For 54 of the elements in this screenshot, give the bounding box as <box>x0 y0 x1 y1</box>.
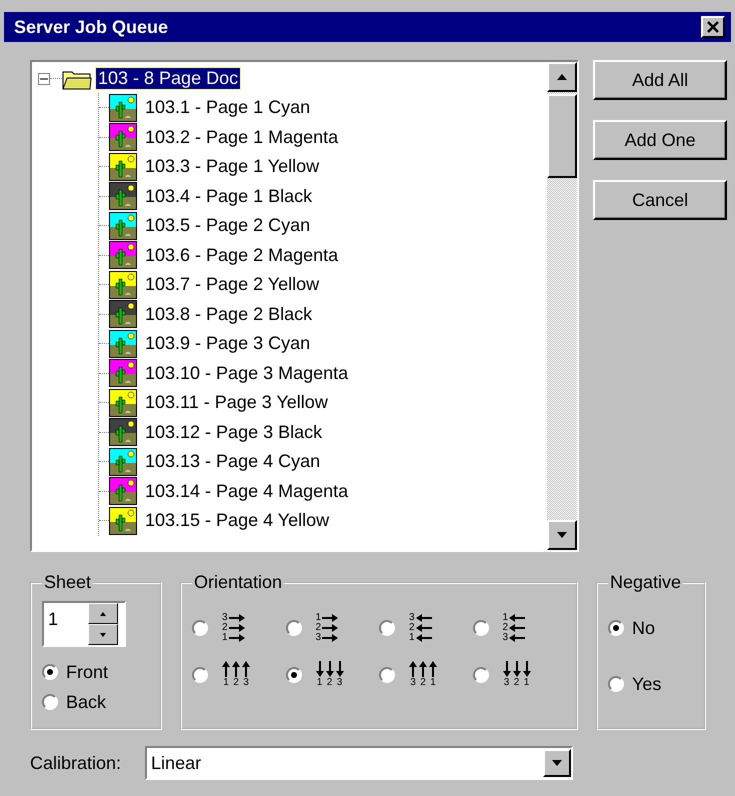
tree-item[interactable]: 103.8 - Page 2 Black <box>145 304 312 325</box>
calibration-label: Calibration: <box>30 752 122 774</box>
radio-label: Yes <box>632 674 662 694</box>
radio-button[interactable] <box>192 620 208 636</box>
group-title: Sheet <box>43 572 92 593</box>
up-arrow-icon <box>557 74 568 80</box>
spin-down-button[interactable] <box>88 624 118 645</box>
tree-item[interactable]: 103.11 - Page 3 Yellow <box>145 392 328 414</box>
tree-item[interactable]: 103.5 - Page 2 Cyan <box>145 215 310 236</box>
up-arrow-icon <box>100 612 106 616</box>
tree-item[interactable]: 103.4 - Page 1 Black <box>145 186 312 207</box>
radio-button[interactable] <box>472 666 488 682</box>
calibration-dropdown[interactable]: Linear <box>145 746 574 780</box>
group-title: Orientation <box>193 572 284 593</box>
tree-item[interactable]: 103.6 - Page 2 Magenta <box>145 244 338 266</box>
scrollbar[interactable] <box>547 62 578 550</box>
sheet-number-field[interactable]: 1 <box>42 601 126 647</box>
radio-label: Front <box>66 662 108 682</box>
tree-item[interactable]: 103.1 - Page 1 Cyan <box>145 97 310 118</box>
close-button[interactable] <box>701 16 725 38</box>
tree-item[interactable]: 103.15 - Page 4 Yellow <box>145 510 330 532</box>
radio-button[interactable] <box>608 676 624 692</box>
spin-up-button[interactable] <box>88 603 118 624</box>
radio-button[interactable] <box>286 666 302 682</box>
tree-item[interactable]: 103.7 - Page 2 Yellow <box>145 274 320 296</box>
dropdown-arrow-icon <box>552 760 562 766</box>
radio-button[interactable] <box>286 620 302 636</box>
radio-button[interactable] <box>379 666 395 682</box>
dialog-button[interactable]: Add One <box>593 120 727 160</box>
down-arrow-icon <box>557 532 568 538</box>
radio-button[interactable] <box>42 664 58 680</box>
scroll-thumb[interactable] <box>547 94 578 178</box>
close-icon <box>707 21 719 33</box>
tree-item[interactable]: 103.9 - Page 3 Cyan <box>145 333 310 354</box>
dialog-button[interactable]: Cancel <box>593 180 727 220</box>
radio-button[interactable] <box>379 620 395 636</box>
window-title: Server Job Queue <box>14 16 168 38</box>
collapse-toggle[interactable] <box>38 72 50 84</box>
tree-item[interactable]: 103.2 - Page 1 Magenta <box>145 126 338 148</box>
radio-label: Back <box>66 692 106 712</box>
tree-item[interactable]: 103.10 - Page 3 Magenta <box>145 362 348 384</box>
tree-item[interactable]: 103.12 - Page 3 Black <box>145 422 322 443</box>
tree-item[interactable]: 103 - 8 Page Doc <box>96 68 240 89</box>
radio-label: No <box>632 618 656 638</box>
dialog-button[interactable]: Add All <box>593 60 727 100</box>
tree-item[interactable]: 103.3 - Page 1 Yellow <box>145 156 320 178</box>
tree-item[interactable]: 103.14 - Page 4 Magenta <box>145 480 348 502</box>
tree-item[interactable]: 103.13 - Page 4 Cyan <box>145 451 320 472</box>
radio-button[interactable] <box>192 666 208 682</box>
radio-button[interactable] <box>608 620 624 636</box>
group-title: Negative <box>609 572 682 593</box>
radio-button[interactable] <box>42 694 58 710</box>
radio-button[interactable] <box>472 620 488 636</box>
down-arrow-icon <box>100 632 106 636</box>
